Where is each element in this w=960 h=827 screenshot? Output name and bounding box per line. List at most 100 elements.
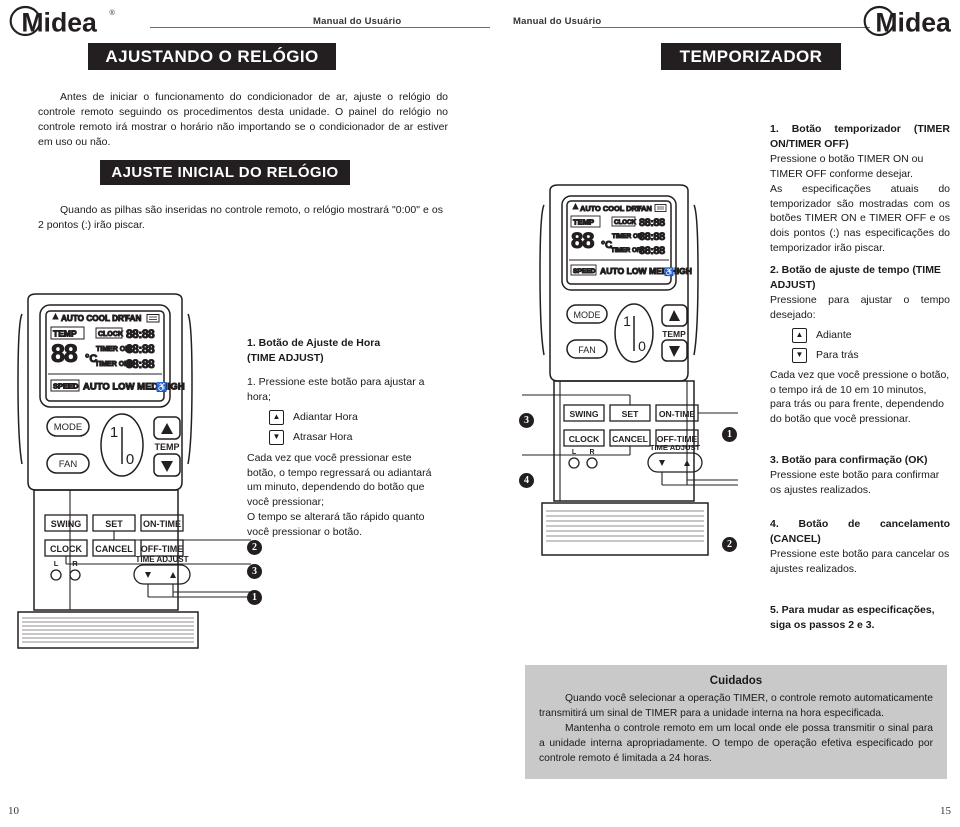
svg-text:TIME ADJUST: TIME ADJUST [650,443,701,452]
svg-text:FAN: FAN [125,314,141,323]
svg-text:MODE: MODE [54,422,83,433]
key-down-row-right: ▼ Para trás [792,347,950,363]
right-section-2-body: Pressione para ajustar o tempo desejado: [770,293,950,321]
svg-text:FAN: FAN [578,345,596,355]
cuidados-paragraph-2: Mantenha o controle remoto em um local o… [539,722,933,764]
svg-text:SET: SET [622,409,639,419]
key-up-row: ▲ Adiantar Hora [269,409,442,425]
right-section-1-heading: 1. Botão temporizador (TIMER ON/TIMER OF… [770,123,950,150]
arrow-up-icon: ▲ [269,409,284,425]
svg-text:OFF-TIME: OFF-TIME [141,544,184,554]
header-rule-left [150,27,490,28]
svg-text:TEMP: TEMP [662,329,686,339]
svg-text:TIME ADJUST: TIME ADJUST [135,555,188,564]
remote-control-diagram-right: AUTO COOL DRY FAN TEMP 88 °C CLOCK 88:88… [512,183,742,603]
left-section-time-adjust: 1. Botão de Ajuste de Hora (TIME ADJUST)… [247,336,442,540]
svg-text:SWING: SWING [569,409,598,419]
midea-logo-left: Midea ® [8,4,128,38]
page-number-right: 15 [940,805,951,817]
svg-text:SPEED: SPEED [53,382,79,391]
svg-text:0: 0 [126,451,134,468]
right-section-5: 5. Para mudar as especificações, siga os… [770,603,950,633]
section-banner-clock: AJUSTANDO O RELÓGIO [88,43,336,70]
callout-right-3: 3 [519,413,534,428]
manual-label-left: Manual do Usuário [313,16,402,27]
svg-text:1: 1 [110,424,118,441]
svg-text:AUTO COOL DRY: AUTO COOL DRY [580,204,642,213]
svg-text:TEMP: TEMP [573,218,594,227]
svg-text:ON-TIME: ON-TIME [143,519,181,529]
svg-text:®: ® [109,8,115,17]
callout-right-1: 1 [722,427,737,442]
section-banner-timer: TEMPORIZADOR [661,43,841,70]
svg-text:0: 0 [638,338,646,354]
svg-text:88:88: 88:88 [126,342,155,356]
svg-text:88:88: 88:88 [639,217,665,229]
right-section-1-body: Pressione o botão TIMER ON ou TIMER OFF … [770,152,924,180]
svg-text:♿: ♿ [156,381,167,392]
svg-text:SET: SET [105,519,123,529]
cuidados-title: Cuidados [709,675,763,687]
manual-page: Midea ® Manual do Usuário Manual do Usuá… [0,0,960,827]
left-section-heading-2: (TIME ADJUST) [247,351,324,364]
svg-text:♿: ♿ [664,267,674,277]
svg-text:Midea: Midea [21,8,97,38]
arrow-up-icon: ▲ [792,327,807,343]
svg-text:CANCEL: CANCEL [95,544,133,554]
right-section-4: 4. Botão de cancelamento (CANCEL) Pressi… [770,517,950,577]
callout-right-2: 2 [722,537,737,552]
right-section-2-body2: Cada vez que você pressione o botão, o t… [770,368,950,426]
svg-text:AUTO LOW MED HIGH: AUTO LOW MED HIGH [83,382,185,393]
right-section-5-heading: 5. Para mudar as especificações, siga os… [770,604,935,631]
svg-text:88:88: 88:88 [639,245,665,257]
midea-logo-right: Midea ® [862,4,960,38]
header-rule-right [592,27,870,28]
intro-paragraph: Antes de iniciar o funcionamento do cond… [38,91,448,148]
key-up-label: Adiantar Hora [293,411,358,424]
callout-left-3: 3 [247,564,262,579]
key-down-row: ▼ Atrasar Hora [269,429,442,445]
svg-text:FAN: FAN [637,204,652,213]
right-section-1-body2: As especificações atuais do temporizador… [770,182,950,255]
key-up-row-right: ▲ Adiante [792,327,950,343]
svg-text:88:88: 88:88 [639,231,665,243]
svg-text:1: 1 [623,313,631,329]
svg-text:FAN: FAN [59,459,78,470]
right-section-1: 1. Botão temporizador (TIMER ON/TIMER OF… [770,122,950,256]
right-section-3-heading: 3. Botão para confirmação (OK) [770,454,928,466]
left-section-heading-1: 1. Botão de Ajuste de Hora [247,337,381,349]
svg-text:88:88: 88:88 [126,327,155,341]
left-section-body2: O tempo se alterará tão rápido quanto vo… [247,511,425,539]
svg-text:CANCEL: CANCEL [612,434,648,444]
svg-text:TEMP: TEMP [53,329,77,339]
svg-text:MODE: MODE [574,310,601,320]
svg-text:CLOCK: CLOCK [614,219,637,226]
svg-text:SWING: SWING [51,519,82,529]
second-paragraph: Quando as pilhas são inseridas no contro… [38,204,443,231]
key-down-label: Atrasar Hora [293,431,353,444]
left-section-body: Cada vez que você pressionar este botão,… [247,451,432,509]
key-up-label-right: Adiante [816,329,852,342]
callout-left-1: 1 [247,590,262,605]
remote-control-diagram-left: AUTO COOL DRY FAN TEMP 88 °C CLOCK 88:88… [6,292,256,652]
arrow-down-icon: ▼ [269,429,284,445]
svg-text:CLOCK: CLOCK [569,434,600,444]
svg-text:88: 88 [51,340,78,368]
right-section-2-heading: 2. Botão de ajuste de tempo (TIME ADJUST… [770,264,941,291]
svg-text:88:88: 88:88 [126,357,155,371]
svg-text:L: L [54,559,59,568]
svg-text:Midea: Midea [875,8,951,38]
callout-right-4: 4 [519,473,534,488]
svg-text:SPEED: SPEED [573,268,596,275]
svg-text:CLOCK: CLOCK [98,331,123,338]
svg-text:88: 88 [571,228,594,253]
key-down-label-right: Para trás [816,349,859,362]
manual-label-right: Manual do Usuário [513,16,602,27]
cuidados-box: Cuidados Quando você selecionar a operaç… [525,665,947,779]
right-section-3: 3. Botão para confirmação (OK) Pressione… [770,453,950,498]
callout-left-2: 2 [247,540,262,555]
right-section-3-body: Pressione este botão para confirmar os a… [770,468,940,496]
svg-text:TEMP: TEMP [154,442,179,452]
cuidados-paragraph-1: Quando você selecionar a operação TIMER,… [539,693,933,719]
right-section-4-body: Pressione este botão para cancelar os aj… [770,547,950,575]
